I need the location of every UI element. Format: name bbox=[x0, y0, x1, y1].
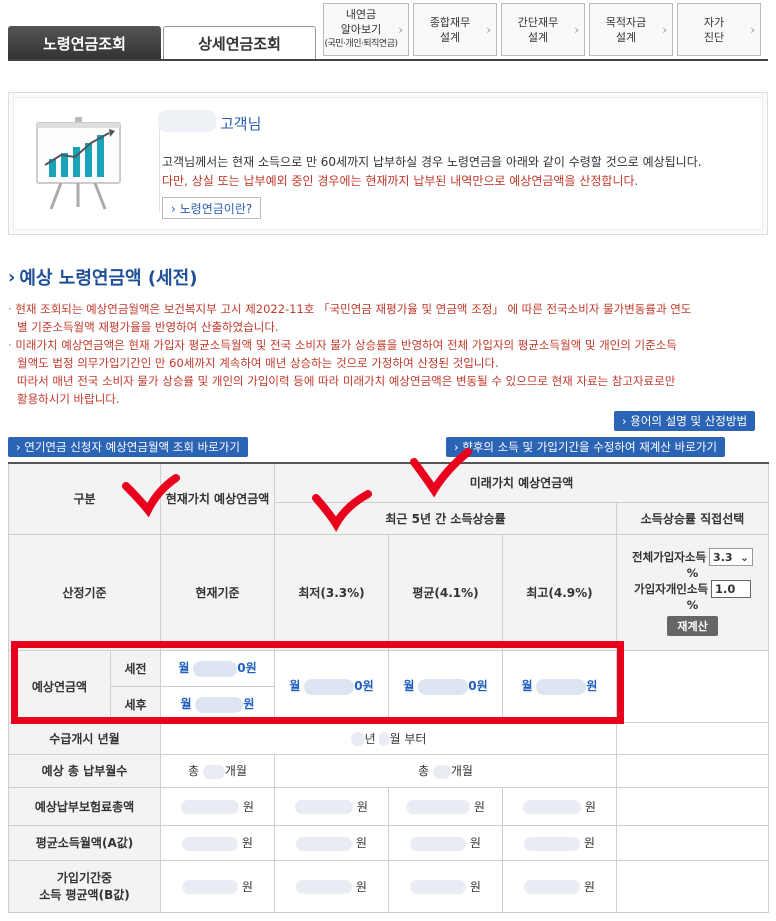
a-high: 원 bbox=[502, 824, 617, 861]
info-message: 고객님께서는 현재 소득으로 만 60세까지 납부하실 경우 노령연금을 아래와… bbox=[162, 155, 702, 169]
info-warning: 다만, 상실 또는 납부예외 중인 경우에는 현재까지 납부된 내역만으로 예상… bbox=[162, 174, 639, 188]
header-recent-5yr: 최근 5년 간 소득상승률 bbox=[274, 501, 617, 535]
recalculate-link-button[interactable]: › 향후의 소득 및 가입기간을 수정하여 재계산 바로가기 bbox=[446, 437, 725, 457]
deferred-pension-link-button[interactable]: › 연기연금 신청자 예상연금월액 조회 바로가기 bbox=[8, 437, 248, 457]
chevron-right-icon: › bbox=[574, 23, 579, 37]
basis-avg: 평균(4.1%) bbox=[388, 533, 503, 651]
a-current: 원 bbox=[160, 824, 275, 861]
section-title: › 예상 노령연금액 (세전) bbox=[8, 264, 197, 290]
note-line: · 미래가치 예상연금액은 현재 가입자 평균소득월액 및 전국 소비자 물가 … bbox=[8, 338, 677, 352]
tab-my-pension-line2: 알아보기 bbox=[340, 23, 382, 36]
avg-future-cell: 월 0원 bbox=[388, 649, 503, 723]
chevron-right-icon: › bbox=[8, 266, 16, 288]
header-category: 구분 bbox=[8, 462, 161, 535]
b-high: 원 bbox=[502, 859, 617, 913]
note-line: 별 기준소득월액 재평가율을 반영하여 산출하였습니다. bbox=[17, 320, 279, 334]
months-future: 총 개월 bbox=[274, 753, 617, 788]
personal-income-input[interactable]: 1.0 bbox=[711, 580, 752, 598]
note-line: 월액도 법정 의무가입기간인 만 60세까지 계속하여 매년 상승하는 것으로 … bbox=[17, 356, 499, 370]
tab-comprehensive-plan[interactable]: 종합재무 설계 › bbox=[413, 3, 497, 56]
tab-self-line2: 진단 bbox=[703, 30, 725, 44]
start-date-empty bbox=[615, 721, 770, 755]
current-aftertax-cell: 월 원 bbox=[160, 685, 275, 723]
basis-current: 현재기준 bbox=[160, 533, 275, 651]
tab-underline bbox=[8, 59, 768, 61]
tab-comprehensive-line2: 설계 bbox=[439, 30, 461, 44]
tab-purpose-line2: 설계 bbox=[615, 30, 637, 44]
basis-high: 최고(4.9%) bbox=[502, 533, 617, 651]
tab-simple-line2: 설계 bbox=[527, 30, 549, 44]
tab-my-pension-line3: (국민·개인·퇴직연금) bbox=[324, 39, 399, 49]
high-future-cell: 월 원 bbox=[502, 649, 617, 723]
tab-simple-plan[interactable]: 간단재무 설계 › bbox=[501, 3, 585, 56]
b-current: 원 bbox=[160, 859, 275, 913]
basis-low: 최저(3.3%) bbox=[274, 533, 389, 651]
expected-amount-label: 예상연금액 bbox=[8, 649, 111, 723]
top-tab-bar: 노령연금조회 상세연금조회 내연금 알아보기 (국민·개인·퇴직연금) › 종합… bbox=[0, 0, 776, 62]
premium-total-label: 예상납부보험료총액 bbox=[8, 786, 161, 826]
current-pretax-cell: 월 0원 bbox=[160, 649, 275, 687]
tab-old-age-pension[interactable]: 노령연금조회 bbox=[8, 26, 161, 60]
header-direct-select: 소득상승률 직접선택 bbox=[615, 501, 770, 535]
what-is-pension-button[interactable]: › 노령연금이란? bbox=[162, 197, 262, 219]
section-title-text: 예상 노령연금액 (세전) bbox=[19, 268, 198, 289]
tab-simple-line1: 간단재무 bbox=[517, 15, 559, 29]
a-value-label: 평균소득월액(A값) bbox=[8, 824, 161, 861]
pct-label: % bbox=[686, 598, 699, 612]
premium-low: 원 bbox=[274, 786, 389, 826]
customer-honorific: 고객님 bbox=[220, 115, 262, 133]
tab-self-diagnosis[interactable]: 자가 진단 › bbox=[677, 3, 761, 56]
basis-label: 산정기준 bbox=[8, 533, 161, 651]
b-low: 원 bbox=[274, 859, 389, 913]
premium-current: 원 bbox=[160, 786, 275, 826]
tab-comprehensive-line1: 종합재무 bbox=[429, 15, 471, 29]
premium-avg: 원 bbox=[388, 786, 503, 826]
chevron-right-icon: › bbox=[398, 23, 403, 37]
tab-self-line1: 자가 bbox=[703, 15, 725, 29]
tab-my-pension-line1: 내연금 bbox=[345, 8, 377, 21]
b-empty bbox=[615, 859, 770, 913]
chevron-right-icon: › bbox=[750, 23, 755, 37]
premium-empty bbox=[615, 786, 770, 826]
header-future-value: 미래가치 예상연금액 bbox=[273, 462, 770, 503]
start-date-label: 수급개시 년월 bbox=[8, 721, 161, 755]
months-current: 총 개월 bbox=[160, 753, 275, 788]
all-income-select[interactable]: 3.3 ⌄ bbox=[709, 548, 754, 566]
note-line: 활용하시기 바랍니다. bbox=[17, 392, 120, 406]
pretax-label: 세전 bbox=[110, 649, 161, 687]
tab-purpose-line1: 목적자금 bbox=[605, 15, 647, 29]
tab-detailed-pension[interactable]: 상세연금조회 bbox=[163, 26, 316, 60]
header-current-value: 현재가치 예상연금액 bbox=[160, 462, 275, 535]
b-avg: 원 bbox=[388, 859, 503, 913]
aftertax-label: 세후 bbox=[110, 685, 161, 723]
note-line: · 현재 조회되는 예상연금월액은 보건복지부 고시 제2022-11호 「국민… bbox=[8, 302, 692, 316]
terms-explanation-button[interactable]: › 용어의 설명 및 산정방법 bbox=[614, 411, 756, 431]
a-empty bbox=[615, 824, 770, 861]
chevron-right-icon: › bbox=[662, 23, 667, 37]
start-date-value: 년 월 부터 bbox=[160, 721, 617, 755]
direct-controls: 전체가입자소득 3.3 ⌄ % 가입자개인소득 1.0 % 재계산 bbox=[615, 533, 770, 651]
all-income-label: 전체가입자소득 bbox=[631, 550, 707, 564]
customer-name-redacted bbox=[158, 110, 216, 132]
chevron-right-icon: › bbox=[486, 23, 491, 37]
notes: · 현재 조회되는 예상연금월액은 보건복지부 고시 제2022-11호 「국민… bbox=[8, 300, 772, 408]
pct-label: % bbox=[686, 566, 699, 580]
premium-high: 원 bbox=[502, 786, 617, 826]
a-low: 원 bbox=[274, 824, 389, 861]
personal-income-label: 가입자개인소득 bbox=[633, 582, 709, 596]
tab-my-pension[interactable]: 내연금 알아보기 (국민·개인·퇴직연금) › bbox=[323, 3, 409, 56]
a-avg: 원 bbox=[388, 824, 503, 861]
chevron-down-icon: ⌄ bbox=[739, 550, 750, 564]
chart-easel-icon bbox=[36, 117, 121, 210]
direct-future-cell bbox=[615, 649, 770, 723]
pension-table: 구분 현재가치 예상연금액 미래가치 예상연금액 최근 5년 간 소득상승률 소… bbox=[8, 462, 770, 913]
tab-purpose-fund[interactable]: 목적자금 설계 › bbox=[589, 3, 673, 56]
b-value-label: 가입기간중 소득 평균액(B값) bbox=[8, 859, 161, 913]
low-future-cell: 월 0원 bbox=[274, 649, 389, 723]
months-empty bbox=[615, 753, 770, 788]
recalculate-button[interactable]: 재계산 bbox=[667, 616, 718, 636]
note-line: 따라서 매년 전국 소비자 물가 상승률 및 개인의 가입이력 등에 따라 미래… bbox=[17, 374, 676, 388]
months-label: 예상 총 납부월수 bbox=[8, 753, 161, 788]
